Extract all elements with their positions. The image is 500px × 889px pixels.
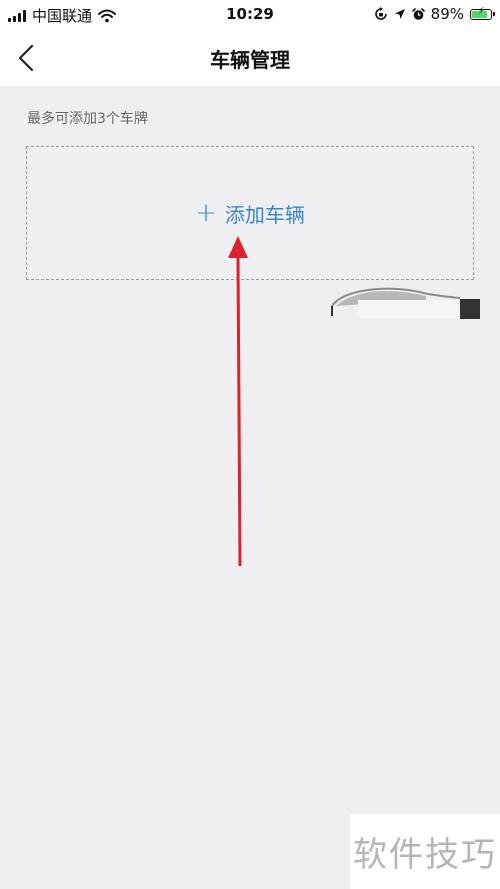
add-vehicle-label: 添加车辆 (224, 202, 305, 227)
status-bar: 中国联通 10:29 89% ⚡ (0, 0, 500, 30)
charging-bolt-icon: ⚡ (477, 5, 485, 17)
battery-icon: ⚡ (470, 5, 495, 20)
battery-percent: 89% (430, 5, 464, 23)
page-title: 车辆管理 (210, 48, 290, 72)
arrow-shaft (236, 257, 242, 567)
car-illustration (331, 287, 480, 319)
plus-icon: + (195, 198, 217, 228)
rotation-lock-icon (374, 7, 387, 20)
nav-bar: 车辆管理 (0, 30, 500, 86)
alarm-icon (411, 7, 425, 20)
add-vehicle-button[interactable]: + 添加车辆 (26, 146, 474, 280)
status-right: 89% ⚡ (374, 5, 495, 23)
location-icon (394, 9, 405, 19)
watermark: 软件技巧 (350, 814, 500, 889)
annotation-arrow (228, 236, 248, 567)
plate-limit-hint: 最多可添加3个车牌 (27, 111, 148, 127)
